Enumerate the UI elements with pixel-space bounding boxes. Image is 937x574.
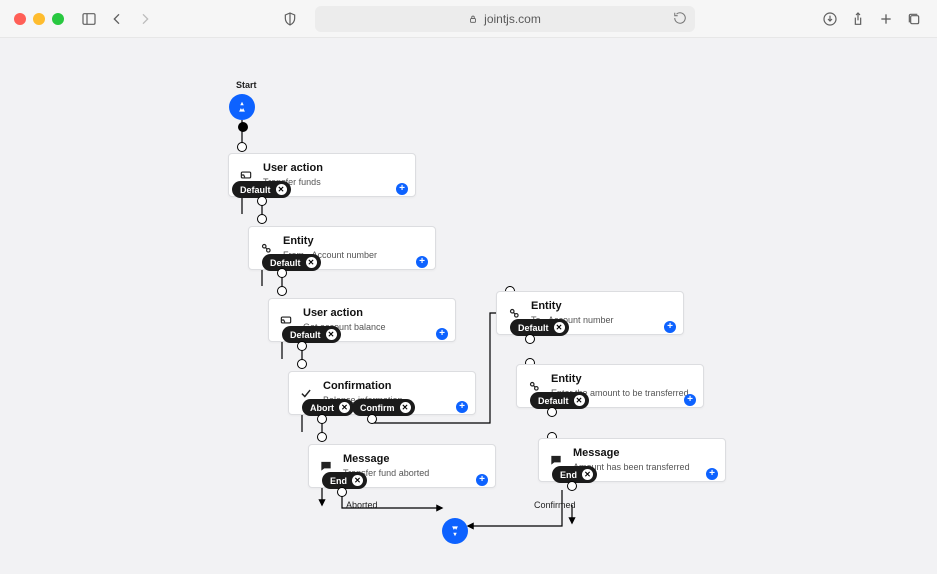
tag-remove-icon[interactable]: ✕ [554, 322, 565, 333]
port-out[interactable] [238, 122, 248, 132]
add-button[interactable]: + [436, 328, 448, 340]
tag-abort[interactable]: Abort✕ [302, 399, 354, 416]
tag-default[interactable]: Default✕ [282, 326, 341, 343]
node-title: User action [263, 162, 323, 175]
port-in[interactable] [277, 286, 287, 296]
new-tab-icon[interactable] [877, 10, 895, 28]
add-button[interactable]: + [706, 468, 718, 480]
start-node[interactable] [229, 94, 255, 120]
edge-label-aborted: Aborted [346, 500, 378, 510]
address-bar[interactable]: jointjs.com [315, 6, 695, 32]
add-button[interactable]: + [456, 401, 468, 413]
window-controls[interactable] [14, 13, 64, 25]
url-text: jointjs.com [484, 12, 541, 26]
tag-end[interactable]: End✕ [322, 472, 367, 489]
start-label: Start [236, 80, 257, 90]
port-out[interactable] [547, 407, 557, 417]
node-title: Confirmation [323, 380, 403, 393]
browser-toolbar: jointjs.com [0, 0, 937, 38]
add-button[interactable]: + [664, 321, 676, 333]
port-out[interactable] [277, 268, 287, 278]
tag-end[interactable]: End✕ [552, 466, 597, 483]
port-out[interactable] [567, 481, 577, 491]
node-title: Message [573, 447, 690, 460]
add-button[interactable]: + [416, 256, 428, 268]
tag-remove-icon[interactable]: ✕ [400, 402, 411, 413]
tag-default[interactable]: Default✕ [530, 392, 589, 409]
minimize-window-button[interactable] [33, 13, 45, 25]
tag-default[interactable]: Default✕ [262, 254, 321, 271]
port-out-abort[interactable] [317, 414, 327, 424]
sidebar-icon[interactable] [80, 10, 98, 28]
port-out[interactable] [257, 196, 267, 206]
lock-icon [468, 14, 478, 24]
reload-button[interactable] [673, 11, 687, 28]
tag-remove-icon[interactable]: ✕ [326, 329, 337, 340]
edge-label-confirmed: Confirmed [534, 500, 576, 510]
node-title: Entity [283, 235, 377, 248]
tag-remove-icon[interactable]: ✕ [306, 257, 317, 268]
node-title: Entity [551, 373, 689, 386]
connectors [0, 38, 937, 574]
tag-default[interactable]: Default✕ [510, 319, 569, 336]
port-out[interactable] [337, 487, 347, 497]
chatbot-canvas[interactable]: Start User actionTransfer funds Default✕… [0, 38, 937, 574]
privacy-shield-icon[interactable] [281, 10, 299, 28]
downloads-icon[interactable] [821, 10, 839, 28]
port-in[interactable] [237, 142, 247, 152]
back-button[interactable] [108, 10, 126, 28]
tag-confirm[interactable]: Confirm✕ [352, 399, 415, 416]
tag-remove-icon[interactable]: ✕ [276, 184, 287, 195]
port-out[interactable] [525, 334, 535, 344]
port-in[interactable] [317, 432, 327, 442]
tag-remove-icon[interactable]: ✕ [574, 395, 585, 406]
tag-remove-icon[interactable]: ✕ [339, 402, 350, 413]
share-icon[interactable] [849, 10, 867, 28]
tag-remove-icon[interactable]: ✕ [352, 475, 363, 486]
node-title: User action [303, 307, 386, 320]
maximize-window-button[interactable] [52, 13, 64, 25]
port-out-confirm[interactable] [367, 414, 377, 424]
forward-button[interactable] [136, 10, 154, 28]
node-title: Message [343, 453, 429, 466]
add-button[interactable]: + [396, 183, 408, 195]
port-in[interactable] [257, 214, 267, 224]
tabs-overview-icon[interactable] [905, 10, 923, 28]
add-button[interactable]: + [684, 394, 696, 406]
end-node[interactable] [442, 518, 468, 544]
tag-remove-icon[interactable]: ✕ [582, 469, 593, 480]
port-in[interactable] [297, 359, 307, 369]
add-button[interactable]: + [476, 474, 488, 486]
port-out[interactable] [297, 341, 307, 351]
close-window-button[interactable] [14, 13, 26, 25]
node-title: Entity [531, 300, 614, 313]
